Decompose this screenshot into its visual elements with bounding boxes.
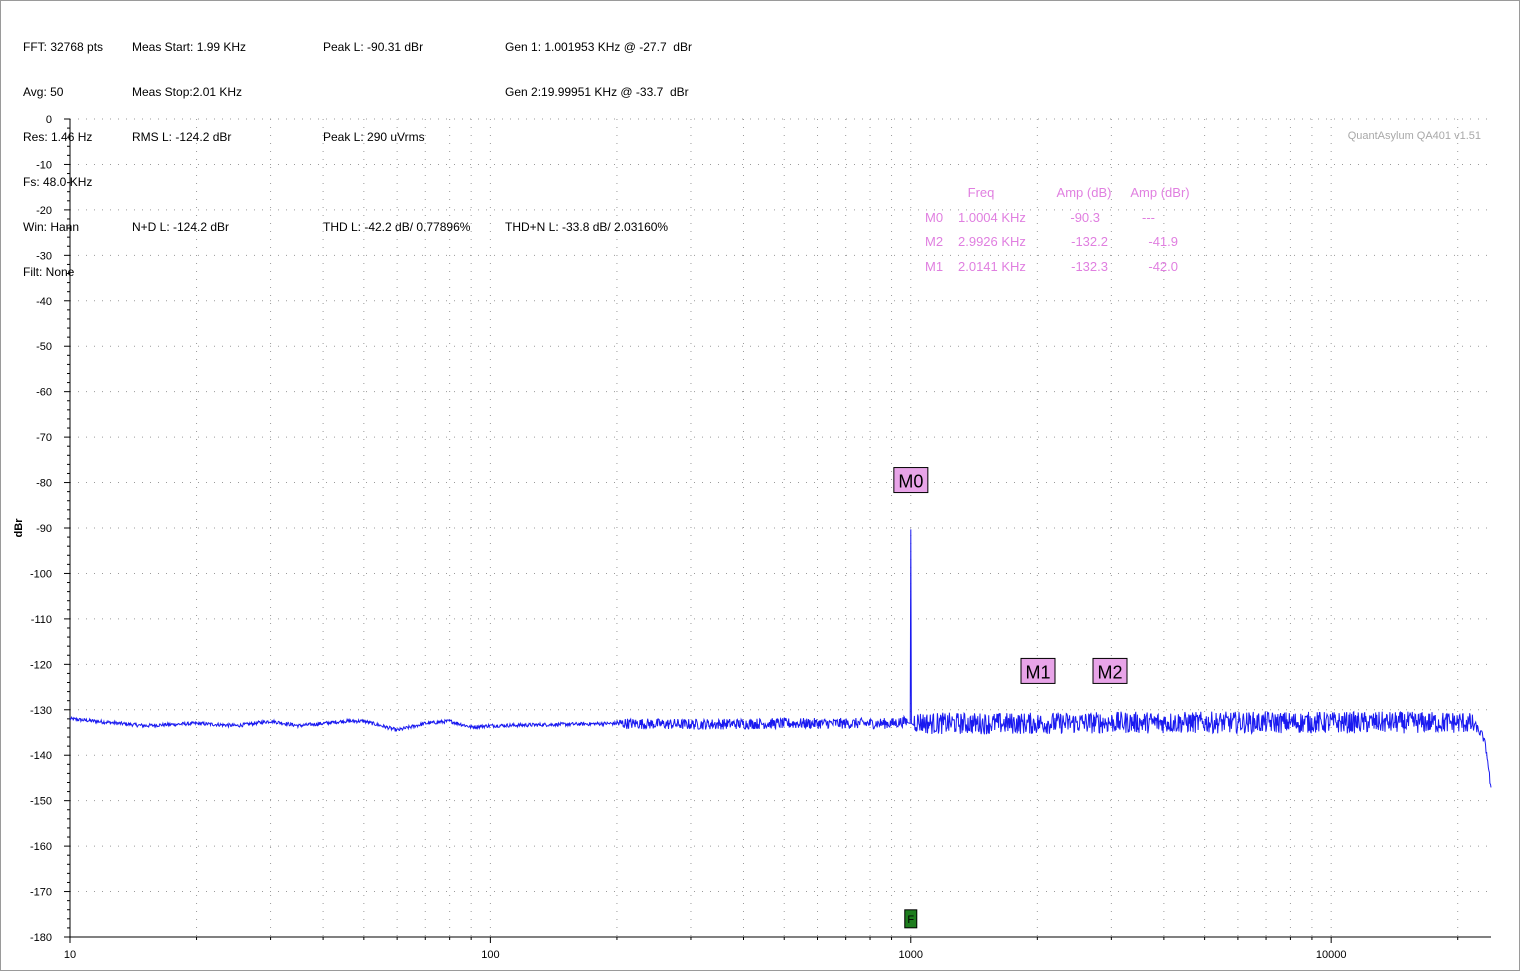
y-axis-label: dBr — [13, 518, 25, 538]
y-tick-label: -140 — [30, 750, 52, 762]
y-tick-label: -180 — [30, 932, 52, 944]
marker-labels[interactable]: M0 M1 M2 — [893, 467, 1128, 684]
y-tick-label: -100 — [30, 568, 52, 580]
marker-label-m0[interactable]: M0 — [893, 467, 929, 494]
x-tick-labels: 10 100 1000 10000 — [64, 937, 1459, 961]
watermark-text: QuantAsylum QA401 v1.51 — [1348, 130, 1481, 142]
marker-row-amp-db: -132.3 — [1071, 259, 1108, 274]
marker-row-amp-db: -132.2 — [1071, 234, 1108, 249]
marker-table-header-amp-db: Amp (dB) — [1057, 185, 1112, 200]
marker-label-text: M0 — [898, 472, 923, 492]
fundamental-flag-label: F — [907, 914, 914, 926]
y-tick-labels: 0 -10 -20 -30 -40 -50 -60 -70 -80 -90 -100 -110 -120… — [30, 114, 70, 944]
grid-lines — [69, 118, 1491, 938]
marker-label-text: M1 — [1025, 662, 1050, 682]
marker-row-name: M2 — [925, 234, 943, 249]
x-tick-label: 10000 — [1316, 949, 1347, 961]
spectrum-trace-line — [69, 529, 1492, 788]
marker-row-name: M0 — [925, 210, 943, 225]
axes — [69, 119, 1491, 938]
x-tick-label: 10 — [64, 949, 76, 961]
y-tick-label: -60 — [36, 387, 52, 399]
marker-row-amp-db: -90.3 — [1070, 210, 1100, 225]
marker-table: Freq Amp (dB) Amp (dBr) M0 1.0004 KHz -9… — [925, 185, 1190, 274]
marker-label-m1[interactable]: M1 — [1020, 657, 1056, 684]
y-tick-label: 0 — [46, 114, 52, 126]
fundamental-flag-group: F — [904, 909, 918, 929]
y-tick-label: -70 — [36, 432, 52, 444]
marker-label-text: M2 — [1097, 662, 1122, 682]
y-tick-label: -20 — [36, 205, 52, 217]
marker-row-freq: 2.9926 KHz — [958, 234, 1026, 249]
marker-row-amp-dbr: -41.9 — [1148, 234, 1178, 249]
y-tick-label: -90 — [36, 523, 52, 535]
x-tick-label: 100 — [481, 949, 499, 961]
y-tick-label: -40 — [36, 296, 52, 308]
marker-row-freq: 1.0004 KHz — [958, 210, 1026, 225]
marker-table-header-freq: Freq — [968, 185, 995, 200]
spectrum-trace-group — [69, 529, 1492, 788]
marker-label-m2[interactable]: M2 — [1092, 657, 1128, 684]
spectrum-chart[interactable]: 0 -10 -20 -30 -40 -50 -60 -70 -80 -90 -100 -110 -120… — [0, 0, 1520, 971]
y-tick-label: -160 — [30, 841, 52, 853]
marker-row-amp-dbr: -42.0 — [1148, 259, 1178, 274]
y-tick-label: -150 — [30, 796, 52, 808]
marker-table-header-amp-dbr: Amp (dBr) — [1130, 185, 1189, 200]
marker-row-name: M1 — [925, 259, 943, 274]
y-tick-label: -170 — [30, 887, 52, 899]
y-tick-label: -30 — [36, 250, 52, 262]
y-tick-label: -50 — [36, 341, 52, 353]
y-tick-label: -80 — [36, 478, 52, 490]
marker-row-freq: 2.0141 KHz — [958, 259, 1026, 274]
marker-row-amp-dbr: --- — [1142, 210, 1155, 225]
y-tick-label: -10 — [36, 159, 52, 171]
x-tick-label: 1000 — [899, 949, 923, 961]
y-tick-label: -110 — [31, 614, 52, 626]
y-tick-label: -130 — [30, 705, 52, 717]
y-tick-label: -120 — [30, 659, 52, 671]
